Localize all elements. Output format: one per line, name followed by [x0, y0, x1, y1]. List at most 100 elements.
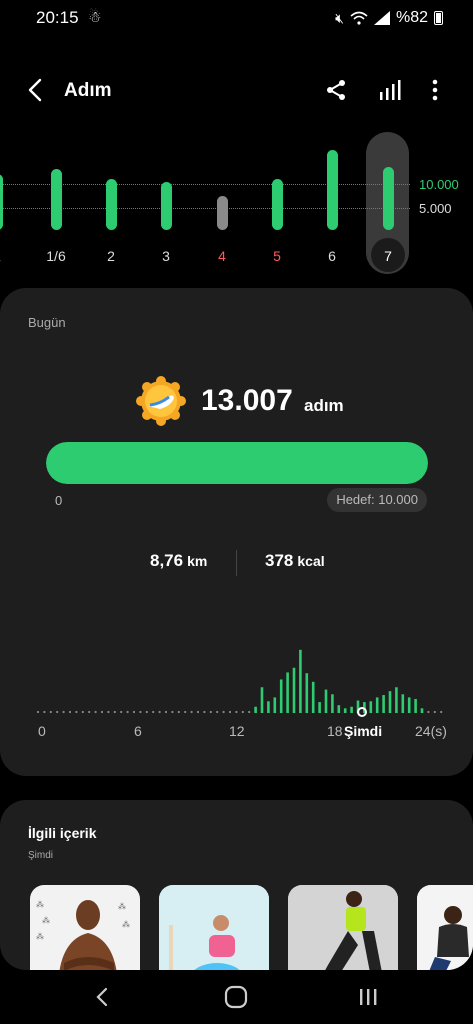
hour-bar: [350, 706, 353, 713]
week-day-label-8[interactable]: 7: [373, 248, 403, 264]
hour-bar: [369, 701, 373, 713]
hour-dot: [158, 710, 161, 714]
hour-dot: [241, 710, 244, 714]
hour-dot: [36, 710, 40, 714]
hour-bar: [331, 694, 334, 713]
hour-bar: [324, 689, 328, 713]
share-icon: [327, 80, 345, 100]
stat-divider: [236, 550, 237, 576]
hour-dot: [248, 710, 251, 714]
calories-unit: kcal: [297, 553, 325, 569]
week-bar-8[interactable]: [383, 166, 394, 230]
related-thumb-2[interactable]: [159, 885, 269, 970]
goal-achieved-badge-icon: [136, 376, 186, 426]
step-progress-bar: [46, 442, 428, 484]
hour-bar: [420, 708, 424, 713]
step-progress-fill: [46, 442, 428, 484]
week-day-label-7[interactable]: 6: [317, 248, 347, 264]
trends-button[interactable]: [376, 76, 404, 104]
mute-icon: 🔇︎: [335, 9, 344, 26]
week-bar-3[interactable]: [106, 179, 117, 230]
nav-home-button[interactable]: [222, 983, 250, 1011]
nav-recents-button[interactable]: [354, 983, 382, 1011]
week-day-label-3[interactable]: 2: [96, 248, 126, 264]
week-day-label-6[interactable]: 5: [262, 248, 292, 264]
hour-dot: [433, 710, 436, 714]
yoga-ball-thumbnail: [159, 885, 269, 970]
stretching-thumbnail: [288, 885, 398, 970]
hour-dot: [81, 710, 84, 714]
goal-label-10000: 10.000: [419, 177, 459, 192]
hour-dot: [139, 710, 142, 714]
hour-dot: [94, 710, 97, 714]
related-thumb-4[interactable]: [417, 885, 473, 970]
svg-text:⁂: ⁂: [36, 900, 44, 909]
hour-dot: [88, 710, 91, 714]
hour-bar: [407, 697, 411, 713]
week-bar-5[interactable]: [217, 196, 228, 230]
hour-dot: [56, 710, 59, 714]
week-day-label-4[interactable]: 3: [151, 248, 181, 264]
hour-dot: [126, 710, 129, 714]
week-day-label-5[interactable]: 4: [207, 248, 237, 264]
more-vert-icon: [432, 79, 438, 101]
back-button[interactable]: [24, 76, 48, 104]
hour-dot: [113, 710, 116, 714]
goal-chip[interactable]: Hedef: 10.000: [327, 488, 427, 512]
hour-bar: [260, 687, 264, 713]
week-bar-7[interactable]: [327, 150, 338, 230]
hour-dot: [427, 710, 430, 714]
bodybuilder-thumbnail: ⁂ ⁂ ⁂ ⁂ ⁂: [36, 900, 130, 970]
hour-dot: [107, 710, 110, 714]
week-bar-2[interactable]: [51, 169, 62, 230]
hour-bar: [292, 667, 296, 713]
hour-dot: [49, 710, 52, 714]
hour-bar: [273, 697, 277, 713]
svg-text:⁂: ⁂: [118, 902, 126, 911]
progress-min-label: 0: [55, 493, 63, 508]
hour-tick-18: 18: [327, 723, 343, 739]
hour-dot: [235, 710, 238, 714]
nav-back-icon: [96, 987, 108, 1007]
hour-dot: [132, 710, 136, 714]
hour-bar: [382, 695, 385, 713]
week-bar-4[interactable]: [161, 181, 172, 230]
hour-dot: [177, 710, 180, 714]
distance-stat: 8,76 km: [150, 551, 207, 571]
more-options-button[interactable]: [421, 76, 449, 104]
related-thumb-3[interactable]: [288, 885, 398, 970]
activity-icon: ☃: [88, 9, 102, 26]
bar-chart-icon: [380, 80, 401, 100]
hour-bar: [286, 672, 289, 713]
page-title: Adım: [64, 80, 112, 101]
hour-dot: [216, 710, 219, 714]
nav-recents-icon: [360, 989, 377, 1005]
system-nav-bar: [0, 970, 473, 1024]
hour-bar: [395, 687, 398, 713]
hour-bar: [267, 701, 270, 713]
svg-text:⁂: ⁂: [36, 932, 44, 941]
related-content-card: İlgili içerik Şimdi ⁂ ⁂ ⁂ ⁂ ⁂: [0, 800, 473, 970]
calories-value: 378: [265, 551, 294, 570]
share-button[interactable]: [322, 76, 350, 104]
goal-label-5000: 5.000: [419, 201, 452, 216]
week-bar-1[interactable]: [0, 174, 3, 230]
hour-bar: [311, 681, 315, 713]
hour-dot: [196, 710, 200, 714]
hour-bar: [279, 679, 283, 713]
week-day-label-2[interactable]: 1/6: [41, 248, 71, 264]
hour-dot: [228, 710, 232, 714]
week-day-label-1[interactable]: 1: [0, 248, 12, 264]
calories-stat: 378 kcal: [265, 551, 325, 571]
hour-bar: [375, 697, 379, 713]
chevron-left-icon: [28, 78, 42, 102]
week-bar-6[interactable]: [272, 179, 283, 230]
related-thumb-1[interactable]: ⁂ ⁂ ⁂ ⁂ ⁂: [30, 885, 140, 970]
hour-dot: [190, 710, 193, 714]
distance-value: 8,76: [150, 551, 184, 570]
weekly-steps-chart[interactable]: 10.000 5.000 1 1/6 2 3 4 5 6 7: [0, 130, 473, 280]
hour-dot: [209, 710, 212, 714]
nav-back-button[interactable]: [88, 983, 116, 1011]
wifi-icon: [350, 11, 368, 25]
hour-dot: [152, 710, 155, 714]
